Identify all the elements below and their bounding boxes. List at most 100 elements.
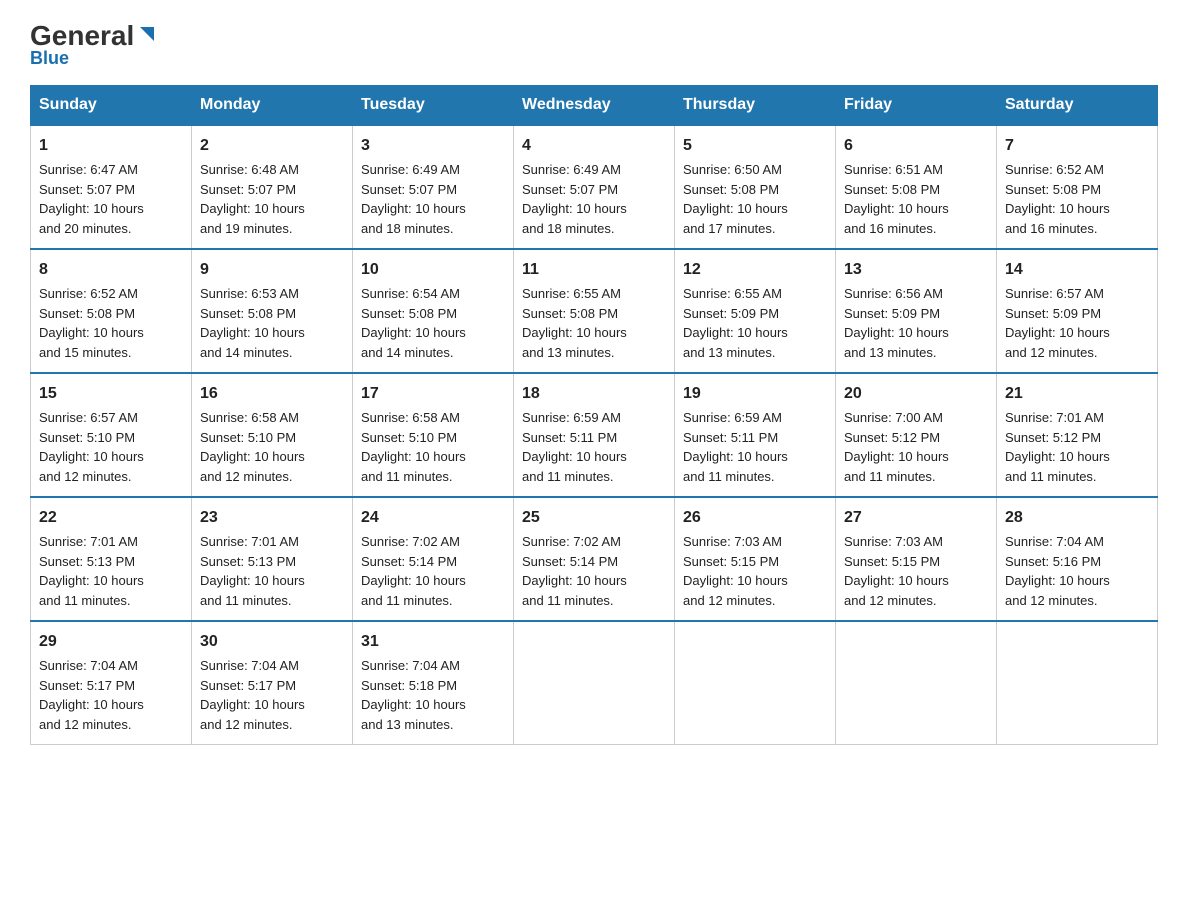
sunrise-text: Sunrise: 7:04 AM bbox=[200, 658, 299, 673]
calendar-week-row: 15Sunrise: 6:57 AMSunset: 5:10 PMDayligh… bbox=[31, 373, 1158, 497]
sunrise-text: Sunrise: 6:53 AM bbox=[200, 286, 299, 301]
sunrise-text: Sunrise: 6:58 AM bbox=[200, 410, 299, 425]
daylight-text: Daylight: 10 hoursand 12 minutes. bbox=[200, 449, 305, 484]
col-header-sunday: Sunday bbox=[31, 86, 192, 126]
sunset-text: Sunset: 5:09 PM bbox=[844, 306, 940, 321]
daylight-text: Daylight: 10 hoursand 13 minutes. bbox=[522, 325, 627, 360]
sunrise-text: Sunrise: 7:01 AM bbox=[39, 534, 138, 549]
logo-text-blue: Blue bbox=[30, 48, 69, 69]
sunset-text: Sunset: 5:07 PM bbox=[522, 182, 618, 197]
page-header: General Blue bbox=[30, 20, 1158, 69]
sunrise-text: Sunrise: 6:47 AM bbox=[39, 162, 138, 177]
day-number: 25 bbox=[522, 506, 666, 530]
daylight-text: Daylight: 10 hoursand 14 minutes. bbox=[361, 325, 466, 360]
daylight-text: Daylight: 10 hoursand 11 minutes. bbox=[1005, 449, 1110, 484]
daylight-text: Daylight: 10 hoursand 19 minutes. bbox=[200, 201, 305, 236]
calendar-cell: 10Sunrise: 6:54 AMSunset: 5:08 PMDayligh… bbox=[353, 249, 514, 373]
calendar-cell: 11 Sunrise: 6:55 AM Sunset: 5:08 PM Dayligh… bbox=[514, 249, 675, 373]
sunrise-text: Sunrise: 6:55 AM bbox=[683, 286, 782, 301]
sunset-text: Sunset: 5:09 PM bbox=[683, 306, 779, 321]
col-header-saturday: Saturday bbox=[997, 86, 1158, 126]
calendar-cell: 30 Sunrise: 7:04 AM Sunset: 5:17 PM Dayligh… bbox=[192, 621, 353, 745]
sunrise-text: Sunrise: 6:49 AM bbox=[361, 162, 460, 177]
calendar-cell bbox=[997, 621, 1158, 745]
day-number: 20 bbox=[844, 382, 988, 406]
daylight-text: Daylight: 10 hoursand 17 minutes. bbox=[683, 201, 788, 236]
col-header-wednesday: Wednesday bbox=[514, 86, 675, 126]
calendar-cell: 4Sunrise: 6:49 AMSunset: 5:07 PMDaylight… bbox=[514, 125, 675, 249]
day-number: 5 bbox=[683, 134, 827, 158]
day-number: 3 bbox=[361, 134, 505, 158]
day-number: 6 bbox=[844, 134, 988, 158]
day-number: 29 bbox=[39, 630, 183, 654]
calendar-cell: 19Sunrise: 6:59 AMSunset: 5:11 PMDayligh… bbox=[675, 373, 836, 497]
calendar-cell: 31Sunrise: 7:04 AMSunset: 5:18 PMDayligh… bbox=[353, 621, 514, 745]
sunset-text: Sunset: 5:09 PM bbox=[1005, 306, 1101, 321]
day-number: 12 bbox=[683, 258, 827, 282]
calendar-cell: 15Sunrise: 6:57 AMSunset: 5:10 PMDayligh… bbox=[31, 373, 192, 497]
sunset-text: Sunset: 5:08 PM bbox=[200, 306, 296, 321]
sunset-text: Sunset: 5:10 PM bbox=[361, 430, 457, 445]
sunrise-text: Sunrise: 6:48 AM bbox=[200, 162, 299, 177]
calendar-cell: 8 Sunrise: 6:52 AM Sunset: 5:08 PM Daylight… bbox=[31, 249, 192, 373]
daylight-text: Daylight: 10 hoursand 12 minutes. bbox=[1005, 325, 1110, 360]
calendar-header-row: SundayMondayTuesdayWednesdayThursdayFrid… bbox=[31, 86, 1158, 126]
daylight-text: Daylight: 10 hoursand 11 minutes. bbox=[39, 573, 144, 608]
sunrise-text: Sunrise: 6:55 AM bbox=[522, 286, 621, 301]
calendar-table: SundayMondayTuesdayWednesdayThursdayFrid… bbox=[30, 85, 1158, 745]
day-number: 16 bbox=[200, 382, 344, 406]
daylight-text: Daylight: 10 hoursand 18 minutes. bbox=[522, 201, 627, 236]
daylight-text: Daylight: 10 hoursand 13 minutes. bbox=[683, 325, 788, 360]
day-number: 17 bbox=[361, 382, 505, 406]
calendar-cell: 3Sunrise: 6:49 AMSunset: 5:07 PMDaylight… bbox=[353, 125, 514, 249]
day-number: 28 bbox=[1005, 506, 1149, 530]
sunset-text: Sunset: 5:08 PM bbox=[522, 306, 618, 321]
sunrise-text: Sunrise: 6:51 AM bbox=[844, 162, 943, 177]
calendar-cell: 16Sunrise: 6:58 AMSunset: 5:10 PMDayligh… bbox=[192, 373, 353, 497]
calendar-cell: 21Sunrise: 7:01 AMSunset: 5:12 PMDayligh… bbox=[997, 373, 1158, 497]
day-number: 22 bbox=[39, 506, 183, 530]
sunrise-text: Sunrise: 7:03 AM bbox=[683, 534, 782, 549]
sunset-text: Sunset: 5:08 PM bbox=[39, 306, 135, 321]
daylight-text: Daylight: 10 hoursand 12 minutes. bbox=[1005, 573, 1110, 608]
calendar-cell bbox=[836, 621, 997, 745]
day-number: 21 bbox=[1005, 382, 1149, 406]
sunset-text: Sunset: 5:16 PM bbox=[1005, 554, 1101, 569]
sunrise-text: Sunrise: 7:04 AM bbox=[39, 658, 138, 673]
daylight-text: Daylight: 10 hoursand 15 minutes. bbox=[39, 325, 144, 360]
sunset-text: Sunset: 5:17 PM bbox=[200, 678, 296, 693]
sunrise-text: Sunrise: 7:03 AM bbox=[844, 534, 943, 549]
daylight-text: Daylight: 10 hoursand 11 minutes. bbox=[683, 449, 788, 484]
calendar-cell: 7Sunrise: 6:52 AMSunset: 5:08 PMDaylight… bbox=[997, 125, 1158, 249]
daylight-text: Daylight: 10 hoursand 12 minutes. bbox=[200, 697, 305, 732]
sunset-text: Sunset: 5:11 PM bbox=[683, 430, 778, 445]
logo-triangle-icon bbox=[136, 23, 158, 45]
day-number: 18 bbox=[522, 382, 666, 406]
daylight-text: Daylight: 10 hoursand 12 minutes. bbox=[39, 697, 144, 732]
sunrise-text: Sunrise: 6:57 AM bbox=[1005, 286, 1104, 301]
sunset-text: Sunset: 5:17 PM bbox=[39, 678, 135, 693]
sunset-text: Sunset: 5:11 PM bbox=[522, 430, 617, 445]
day-number: 30 bbox=[200, 630, 344, 654]
calendar-week-row: 29 Sunrise: 7:04 AM Sunset: 5:17 PM Dayligh… bbox=[31, 621, 1158, 745]
sunset-text: Sunset: 5:14 PM bbox=[361, 554, 457, 569]
calendar-week-row: 8 Sunrise: 6:52 AM Sunset: 5:08 PM Daylight… bbox=[31, 249, 1158, 373]
sunrise-text: Sunrise: 7:04 AM bbox=[361, 658, 460, 673]
calendar-cell: 12 Sunrise: 6:55 AM Sunset: 5:09 PM Dayligh… bbox=[675, 249, 836, 373]
day-number: 24 bbox=[361, 506, 505, 530]
sunrise-text: Sunrise: 6:50 AM bbox=[683, 162, 782, 177]
sunrise-text: Sunrise: 6:54 AM bbox=[361, 286, 460, 301]
calendar-week-row: 22 Sunrise: 7:01 AM Sunset: 5:13 PM Dayligh… bbox=[31, 497, 1158, 621]
sunrise-text: Sunrise: 6:59 AM bbox=[683, 410, 782, 425]
sunset-text: Sunset: 5:07 PM bbox=[39, 182, 135, 197]
sunrise-text: Sunrise: 6:52 AM bbox=[39, 286, 138, 301]
day-number: 23 bbox=[200, 506, 344, 530]
sunrise-text: Sunrise: 7:04 AM bbox=[1005, 534, 1104, 549]
calendar-cell: 9Sunrise: 6:53 AMSunset: 5:08 PMDaylight… bbox=[192, 249, 353, 373]
day-number: 11 bbox=[522, 258, 666, 282]
sunset-text: Sunset: 5:13 PM bbox=[39, 554, 135, 569]
daylight-text: Daylight: 10 hoursand 18 minutes. bbox=[361, 201, 466, 236]
day-number: 8 bbox=[39, 258, 183, 282]
calendar-cell bbox=[514, 621, 675, 745]
day-number: 14 bbox=[1005, 258, 1149, 282]
